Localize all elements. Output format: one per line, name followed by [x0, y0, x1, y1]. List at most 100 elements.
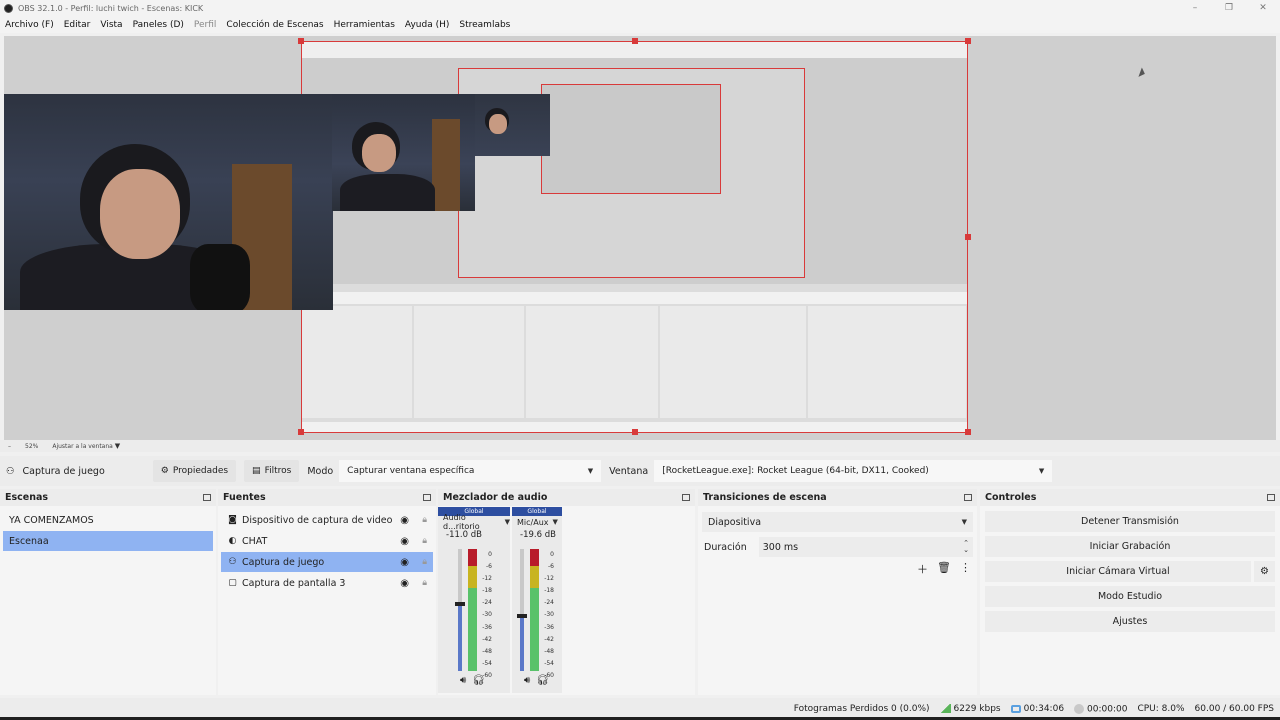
monitor-icon: ▢: [228, 578, 237, 588]
source-item-selected[interactable]: ⚇ Captura de juego ◉ 🔒︎: [221, 552, 433, 572]
mode-select[interactable]: Capturar ventana específica ▼: [339, 460, 602, 482]
zoom-bar: – 52% Ajustar a la ventana ▼: [0, 440, 1280, 452]
close-button[interactable]: ✕: [1246, 0, 1280, 16]
zoom-out-button[interactable]: –: [8, 443, 11, 450]
visibility-eye-icon[interactable]: ◉: [400, 515, 409, 526]
audio-mixer-dock: Mezclador de audio Global Audio d...rito…: [438, 489, 695, 695]
resize-handle[interactable]: [965, 38, 971, 44]
webcam-feed-echo: [332, 94, 475, 211]
fps: 60.00 / 60.00 FPS: [1194, 704, 1274, 714]
meter-scale: 0 -6 -12 -18 -24 -30 -36 -42 -48 -54 -60: [544, 551, 554, 679]
maximize-button[interactable]: ❐: [1212, 0, 1246, 16]
obs-logo-icon: [4, 3, 13, 13]
add-icon[interactable]: ＋: [917, 561, 928, 577]
resize-handle[interactable]: [632, 38, 638, 44]
headphones-icon[interactable]: 🎧︎: [472, 675, 485, 686]
menu-vista[interactable]: Vista: [100, 20, 122, 30]
webcam-feed-echo-2: [475, 94, 550, 156]
undock-icon[interactable]: [203, 494, 211, 501]
source-item[interactable]: ◐ CHAT ◉ 🔒︎: [221, 531, 433, 551]
visibility-eye-icon[interactable]: ◉: [400, 557, 409, 568]
menu-herramientas[interactable]: Herramientas: [334, 20, 395, 30]
menu-editar[interactable]: Editar: [64, 20, 91, 30]
properties-button[interactable]: ⚙ Propiedades: [152, 460, 237, 482]
resize-handle[interactable]: [965, 429, 971, 435]
start-virtual-camera-button[interactable]: Iniciar Cámara Virtual: [985, 561, 1251, 582]
source-item[interactable]: ◙ Dispositivo de captura de video ◉ 🔒︎: [221, 510, 433, 530]
channel-name[interactable]: Audio d...ritorio ▼: [438, 513, 510, 531]
channel-actions: 🔊︎ 🎧︎: [524, 675, 549, 686]
visibility-eye-icon[interactable]: ◉: [400, 536, 409, 547]
lock-icon[interactable]: 🔒︎: [422, 578, 427, 588]
dropped-frames: Fotogramas Perdidos 0 (0.0%): [793, 704, 930, 714]
menu-perfil[interactable]: Perfil: [194, 20, 217, 30]
gear-icon[interactable]: ⚙: [1254, 561, 1275, 582]
zoom-level: 52%: [25, 442, 39, 450]
browser-icon: ◐: [228, 536, 237, 546]
headphones-icon[interactable]: 🎧︎: [536, 675, 549, 686]
menu-paneles[interactable]: Paneles (D): [133, 20, 184, 30]
more-options-icon[interactable]: ⋮: [960, 561, 971, 577]
visibility-eye-icon[interactable]: ◉: [400, 578, 409, 589]
window-controls: – ❐ ✕: [1178, 0, 1280, 16]
window-title: OBS 32.1.0 - Perfil: luchi twich - Escen…: [18, 3, 204, 13]
resize-handle[interactable]: [298, 429, 304, 435]
lock-icon[interactable]: 🔒︎: [422, 536, 427, 546]
channel-tag: Global: [512, 507, 562, 516]
lock-icon[interactable]: 🔒︎: [422, 557, 427, 567]
controls-header: Controles: [980, 489, 1280, 506]
scene-item[interactable]: YA COMENZAMOS: [3, 510, 213, 530]
source-toolbar: ⚇ Captura de juego ⚙ Propiedades ▤ Filtros …: [0, 456, 1280, 486]
duration-label: Duración: [704, 541, 747, 553]
sources-header: Fuentes: [218, 489, 436, 506]
chevron-down-icon: ▼: [114, 442, 121, 450]
undock-icon[interactable]: [423, 494, 431, 501]
resize-handle[interactable]: [965, 234, 971, 240]
lock-icon[interactable]: 🔒︎: [422, 515, 427, 525]
resize-handle[interactable]: [298, 38, 304, 44]
nested-source-bar: [302, 292, 967, 304]
minimize-button[interactable]: –: [1178, 0, 1212, 16]
transitions-header: Transiciones de escena: [698, 489, 977, 506]
window-select[interactable]: [RocketLeague.exe]: Rocket League (64-bi…: [654, 460, 1053, 482]
menu-archivo[interactable]: Archivo (F): [5, 20, 54, 30]
filters-button[interactable]: ▤ Filtros: [244, 460, 300, 482]
gamepad-icon: ⚇: [6, 465, 15, 477]
mode-label: Modo: [307, 465, 334, 477]
zoom-fit-select[interactable]: Ajustar a la ventana ▼: [52, 442, 120, 450]
channel-name[interactable]: Mic/Aux ▼: [512, 516, 562, 528]
source-item[interactable]: ▢ Captura de pantalla 3 ◉ 🔒︎: [221, 573, 433, 593]
camera-icon: ◙: [228, 515, 237, 525]
window-label: Ventana: [609, 465, 649, 477]
undock-icon[interactable]: [682, 494, 690, 501]
transition-actions: ＋ 🗑︎ ⋮: [917, 561, 971, 577]
duration-spinbox[interactable]: 300 ms ⌃ ⌄: [758, 537, 973, 557]
volume-fader[interactable]: [517, 549, 527, 671]
menu-coleccion-escenas[interactable]: Colección de Escenas: [226, 20, 323, 30]
speaker-icon[interactable]: 🔊︎: [460, 675, 466, 686]
stop-stream-button[interactable]: Detener Transmisión: [985, 511, 1275, 532]
studio-mode-button[interactable]: Modo Estudio: [985, 586, 1275, 607]
level-meter: [468, 549, 477, 671]
preview-canvas[interactable]: [4, 36, 1276, 440]
start-recording-button[interactable]: Iniciar Grabación: [985, 536, 1275, 557]
title-bar: OBS 32.1.0 - Perfil: luchi twich - Escen…: [0, 0, 1280, 16]
transition-select[interactable]: Diapositiva ▼: [702, 512, 973, 532]
sources-dock: Fuentes ◙ Dispositivo de captura de video…: [218, 489, 436, 695]
speaker-icon[interactable]: 🔊︎: [524, 675, 530, 686]
menu-ayuda[interactable]: Ayuda (H): [405, 20, 449, 30]
menu-streamlabs[interactable]: Streamlabs: [459, 20, 510, 30]
scene-item-selected[interactable]: Escenaa: [3, 531, 213, 551]
virtual-cam-row: Iniciar Cámara Virtual ⚙: [985, 561, 1275, 582]
undock-icon[interactable]: [1267, 494, 1275, 501]
trash-icon[interactable]: 🗑︎: [937, 561, 951, 577]
mixer-header: Mezclador de audio: [438, 489, 695, 506]
chevron-down-icon: ▼: [504, 518, 510, 526]
resize-handle[interactable]: [632, 429, 638, 435]
meter-scale: 0 -6 -12 -18 -24 -30 -36 -42 -48 -54 -60: [482, 551, 492, 679]
volume-fader[interactable]: [455, 549, 465, 671]
mouse-cursor-icon: [1138, 67, 1147, 79]
settings-button[interactable]: Ajustes: [985, 611, 1275, 632]
spin-arrows-icon: ⌃ ⌄: [963, 539, 969, 554]
undock-icon[interactable]: [964, 494, 972, 501]
